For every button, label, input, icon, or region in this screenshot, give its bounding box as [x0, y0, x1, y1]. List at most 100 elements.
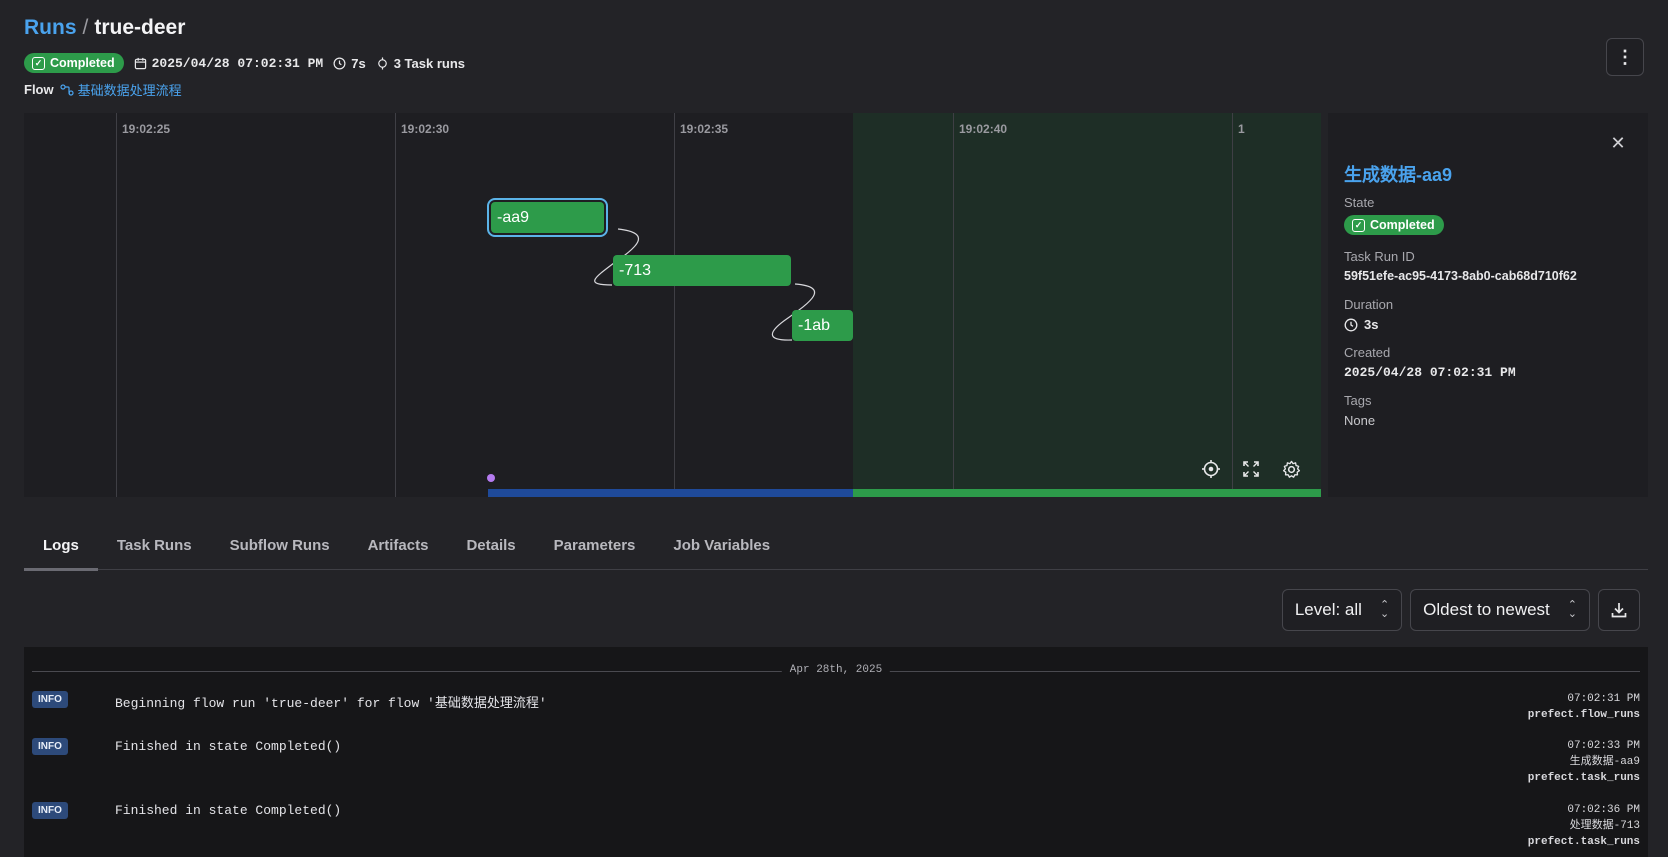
task-run-id-label: Task Run ID [1344, 249, 1415, 264]
log-meta: 07:02:33 PM 生成数据-aa9 prefect.task_runs [1528, 738, 1640, 786]
fullscreen-button[interactable] [1239, 457, 1263, 481]
log-meta: 07:02:31 PM prefect.flow_runs [1528, 691, 1640, 723]
tags-value: None [1344, 413, 1376, 428]
log-message: Finished in state Completed() [115, 739, 342, 754]
clock-icon [1344, 318, 1358, 331]
flow-line: Flow 基础数据处理流程 [24, 80, 182, 99]
log-level-badge: INFO [32, 802, 68, 819]
log-controls: Level: all ⌃ ⌄ Oldest to newest ⌃ ⌄ [1281, 589, 1640, 631]
log-task-name: 处理数据-713 [1569, 820, 1640, 832]
check-icon: ✓ [1352, 218, 1365, 232]
chevron-up-down-icon: ⌃ ⌄ [1379, 599, 1390, 620]
run-timeline-graph[interactable]: 19:02:25 19:02:30 19:02:35 19:02:40 1 -a… [24, 113, 1321, 497]
state-badge-label: Completed [50, 56, 115, 70]
close-panel-button[interactable]: ✕ [1608, 133, 1628, 153]
vertical-ellipsis-icon: ⋮ [1616, 46, 1634, 67]
duration: 7s [333, 55, 366, 71]
task-node[interactable]: -1ab [792, 310, 853, 341]
crosshair-icon [1202, 460, 1220, 478]
log-logger: prefect.flow_runs [1527, 709, 1640, 721]
breadcrumb: Runs / true-deer [24, 16, 1644, 40]
close-icon: ✕ [1610, 132, 1626, 153]
clock-icon [333, 57, 346, 69]
log-time: 07:02:36 PM [1567, 804, 1640, 816]
log-message: Beginning flow run 'true-deer' for flow … [115, 696, 547, 711]
flow-label: Flow [24, 82, 54, 97]
page-title: true-deer [94, 16, 186, 39]
task-runs-count: 3 Task runs [376, 56, 465, 71]
page-header: Runs / true-deer ✓ Completed 2025/04/28 … [24, 16, 1644, 102]
created-label: Created [1344, 345, 1391, 360]
created-value: 2025/04/28 07:02:31 PM [1344, 365, 1516, 380]
breadcrumb-separator: / [82, 16, 89, 39]
order-select[interactable]: Oldest to newest ⌃ ⌄ [1410, 589, 1590, 631]
log-time: 07:02:31 PM [1567, 693, 1640, 705]
run-meta: ✓ Completed 2025/04/28 07:02:31 PM 7s 3 … [24, 53, 465, 73]
task-node[interactable]: -713 [613, 255, 791, 286]
start-time: 2025/04/28 07:02:31 PM [134, 55, 324, 71]
log-entry: INFO Beginning flow run 'true-deer' for … [32, 691, 1640, 731]
state-badge-label: Completed [1370, 218, 1435, 232]
calendar-icon [134, 57, 146, 69]
log-time: 07:02:33 PM [1567, 740, 1640, 752]
state-label: State [1344, 195, 1375, 210]
timeline-progress-completed [853, 489, 1321, 497]
log-level-badge: INFO [32, 738, 68, 755]
center-view-button[interactable] [1199, 457, 1223, 481]
log-task-name: 生成数据-aa9 [1569, 756, 1640, 768]
task-node-label: -aa9 [497, 208, 530, 226]
flow-icon [60, 83, 74, 96]
tab-job-variables[interactable]: Job Variables [654, 520, 789, 570]
start-time-value: 2025/04/28 07:02:31 PM [151, 55, 324, 71]
tab-parameters[interactable]: Parameters [535, 520, 655, 570]
state-value: ✓ Completed [1344, 215, 1444, 235]
tab-logs[interactable]: Logs [24, 520, 98, 571]
log-logger: prefect.task_runs [1527, 836, 1640, 848]
check-icon: ✓ [32, 56, 45, 70]
graph-settings-button[interactable] [1279, 457, 1303, 481]
breadcrumb-runs-link[interactable]: Runs [24, 16, 77, 40]
task-run-title[interactable]: 生成数据-aa9 [1344, 161, 1452, 187]
task-run-detail-panel: ✕ 生成数据-aa9 State ✓ Completed Task Run ID… [1328, 113, 1648, 497]
level-select[interactable]: Level: all ⌃ ⌄ [1281, 589, 1403, 631]
task-node-label: -1ab [798, 316, 831, 334]
download-logs-button[interactable] [1598, 589, 1640, 631]
state-badge: ✓ Completed [1344, 215, 1444, 235]
duration-text: 3s [1364, 317, 1379, 332]
run-tabs: Logs Task Runs Subflow Runs Artifacts De… [24, 520, 1648, 571]
tab-details[interactable]: Details [447, 520, 534, 570]
log-level-badge: INFO [32, 691, 68, 708]
task-node[interactable]: -aa9 [487, 198, 608, 237]
dependency-edges [594, 228, 816, 341]
level-select-value: Level: all [1294, 600, 1362, 619]
log-logger: prefect.task_runs [1527, 772, 1640, 784]
settings-icon [1282, 460, 1300, 478]
task-node-label: -713 [619, 261, 652, 279]
tags-label: Tags [1344, 393, 1372, 408]
log-entry: INFO Finished in state Completed() 07:02… [32, 802, 1640, 857]
flow-name: 基础数据处理流程 [77, 83, 182, 98]
fullscreen-icon [1243, 461, 1259, 477]
tab-artifacts[interactable]: Artifacts [349, 520, 448, 570]
flow-link[interactable]: 基础数据处理流程 [60, 80, 182, 99]
log-message: Finished in state Completed() [115, 803, 342, 818]
duration-label: Duration [1344, 297, 1394, 312]
state-badge: ✓ Completed [24, 53, 124, 73]
task-runs-value: 3 Task runs [393, 55, 465, 71]
log-viewer[interactable]: Apr 28th, 2025 INFO Beginning flow run '… [24, 647, 1648, 857]
log-meta: 07:02:36 PM 处理数据-713 prefect.task_runs [1528, 802, 1640, 850]
duration-value: 3s [1344, 317, 1378, 332]
more-actions-button[interactable]: ⋮ [1606, 38, 1644, 76]
log-entry: INFO Finished in state Completed() 07:02… [32, 738, 1640, 794]
date-divider-label: Apr 28th, 2025 [781, 664, 891, 676]
timeline-progress-running [488, 489, 853, 497]
download-icon [1611, 603, 1627, 618]
chevron-up-down-icon: ⌃ ⌄ [1567, 599, 1577, 620]
flow-start-marker [487, 474, 495, 482]
tab-subflow-runs[interactable]: Subflow Runs [211, 520, 349, 570]
order-select-value: Oldest to newest [1423, 600, 1550, 619]
task-run-icon [377, 56, 387, 70]
duration-value: 7s [351, 55, 366, 71]
task-run-id-value: 59f51efe-ac95-4173-8ab0-cab68d710f62 [1344, 269, 1577, 283]
tab-task-runs[interactable]: Task Runs [98, 520, 211, 570]
